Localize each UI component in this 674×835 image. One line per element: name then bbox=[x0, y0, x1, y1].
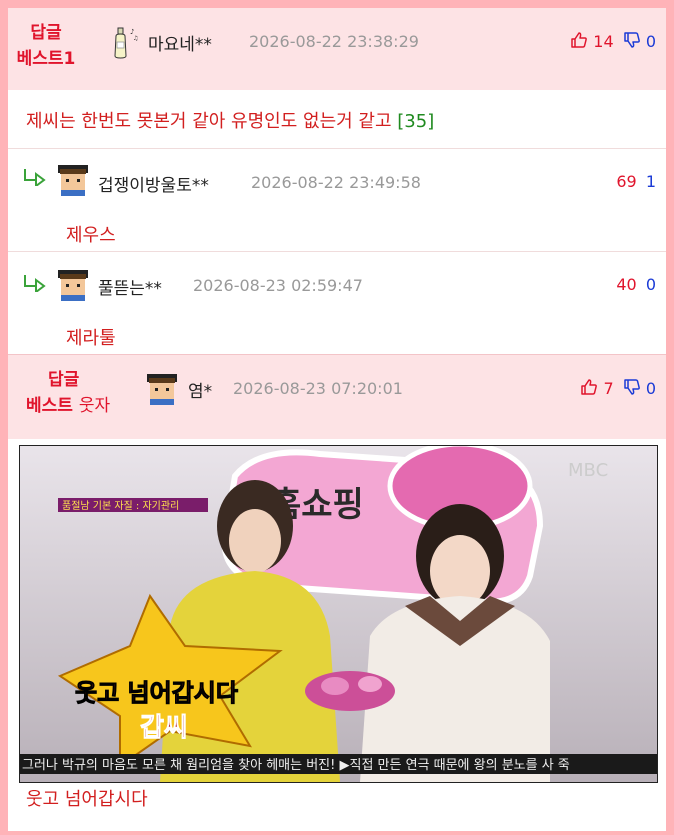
author-nickname[interactable]: 겁쟁이방울토** bbox=[98, 171, 209, 196]
top-caption: 품절남 기본 자질 : 자기관리 bbox=[62, 499, 179, 512]
author-nickname[interactable]: 마요네** bbox=[148, 30, 212, 55]
best-label-bold: 베스트 bbox=[26, 396, 73, 416]
downvote-count: 0 bbox=[645, 379, 656, 398]
tv-screenshot-image: 홈쇼핑 MBC 품절남 기본 자질 : 자기관리 웃고 넘어갑시다 갑씨 그러나… bbox=[20, 446, 657, 782]
downvote-count[interactable]: 1 bbox=[646, 172, 656, 191]
post-datetime: 2026-08-23 02:59:47 bbox=[193, 276, 363, 295]
news-ticker: 그러나 박규의 마음도 모른 채 웜리엄을 찾아 헤매는 버진! ▶직접 만든 … bbox=[22, 758, 570, 773]
attached-image[interactable]: 홈쇼핑 MBC 품절남 기본 자질 : 자기관리 웃고 넘어갑시다 갑씨 그러나… bbox=[19, 445, 658, 783]
author-nickname[interactable]: 풀뜯는** bbox=[98, 274, 162, 299]
best-label-line1: 답글 bbox=[30, 23, 62, 43]
vote-counts: 40 0 bbox=[616, 275, 656, 294]
thumbs-up-icon bbox=[581, 379, 598, 395]
user-avatar-icon bbox=[145, 372, 179, 406]
vote-counts: 69 1 bbox=[616, 172, 656, 191]
level-bottle-icon: ♪ ♫ bbox=[113, 26, 141, 64]
user-avatar-icon bbox=[56, 268, 90, 302]
thumbs-down-icon bbox=[623, 379, 640, 395]
downvote-button[interactable]: 0 bbox=[623, 32, 656, 51]
upvote-count[interactable]: 40 bbox=[616, 275, 636, 294]
image-caption: 웃고 넘어갑시다 bbox=[26, 789, 148, 810]
upvote-button[interactable]: 7 bbox=[580, 379, 618, 398]
best-badge: 답글 베스트1 bbox=[8, 20, 84, 72]
best-comment-header: 답글 베스트1 ♪ ♫ 마요네** 2026-08-22 23:38:29 14… bbox=[8, 8, 666, 90]
best-label-line2: 베스트1 bbox=[16, 49, 76, 69]
reply-text: 제우스 bbox=[66, 225, 116, 246]
reply-text: 제라툴 bbox=[66, 328, 116, 349]
user-avatar-icon bbox=[56, 163, 90, 197]
author-nickname[interactable]: 염* bbox=[188, 377, 212, 402]
thumbs-down-icon bbox=[623, 32, 640, 48]
post-datetime: 2026-08-23 07:20:01 bbox=[233, 379, 403, 398]
downvote-count[interactable]: 0 bbox=[646, 275, 656, 294]
title-line2: 갑씨 bbox=[140, 713, 188, 743]
channel-logo: MBC bbox=[568, 460, 608, 481]
downvote-button[interactable]: 0 bbox=[623, 379, 656, 398]
downvote-count: 0 bbox=[645, 32, 656, 51]
best-label-category: 웃자 bbox=[78, 396, 111, 416]
reply-item: 풀뜯는** 2026-08-23 02:59:47 40 0 제라툴 bbox=[8, 252, 666, 353]
post-datetime: 2026-08-22 23:38:29 bbox=[249, 32, 419, 51]
upvote-count: 14 bbox=[593, 32, 614, 51]
best-label-line2: 베스트 웃자 bbox=[26, 393, 150, 419]
comment-frame: 답글 베스트1 ♪ ♫ 마요네** 2026-08-22 23:38:29 14… bbox=[0, 0, 674, 835]
post-datetime: 2026-08-22 23:49:58 bbox=[251, 173, 421, 192]
reply-count-link[interactable]: [35] bbox=[397, 111, 434, 132]
reply-arrow-icon bbox=[22, 274, 48, 296]
upvote-count: 7 bbox=[603, 379, 614, 398]
upvote-button[interactable]: 14 bbox=[570, 32, 619, 51]
reply-item: 겁쟁이방울토** 2026-08-22 23:49:58 69 1 제우스 bbox=[8, 149, 666, 251]
title-line1: 웃고 넘어갑시다 bbox=[75, 679, 238, 707]
comment-body: 제씨는 한번도 못본거 같아 유명인도 없는거 같고 [35] bbox=[26, 107, 434, 133]
vote-counts: 7 0 bbox=[580, 378, 656, 398]
best-badge: 답글 베스트 웃자 bbox=[16, 367, 150, 419]
svg-text:♫: ♫ bbox=[133, 35, 138, 42]
reply-arrow-icon bbox=[22, 168, 48, 190]
vote-counts: 14 0 bbox=[570, 31, 656, 51]
thumbs-up-icon bbox=[571, 32, 588, 48]
upvote-count[interactable]: 69 bbox=[616, 172, 636, 191]
comment-text: 제씨는 한번도 못본거 같아 유명인도 없는거 같고 bbox=[26, 111, 392, 132]
best-comment-header: 답글 베스트 웃자 염* 2026-08-23 07:20:01 7 0 bbox=[8, 354, 666, 439]
best-label-line1: 답글 bbox=[48, 370, 80, 390]
